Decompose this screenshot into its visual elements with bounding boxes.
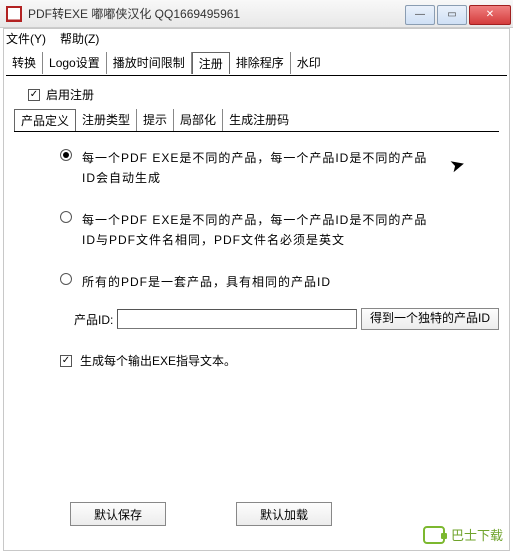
bottom-buttons: 默认保存 默认加载 — [70, 502, 332, 526]
titlebar: PDF转EXE 嘟嘟侠汉化 QQ1669495961 — ▭ ✕ — [0, 0, 513, 28]
close-button[interactable]: ✕ — [469, 5, 511, 25]
maximize-button[interactable]: ▭ — [437, 5, 467, 25]
watermark-text: 巴士下载 — [451, 525, 503, 544]
minimize-button[interactable]: — — [405, 5, 435, 25]
window-border — [3, 28, 510, 551]
watermark-icon — [423, 526, 445, 544]
app-icon — [6, 6, 22, 22]
default-save-button[interactable]: 默认保存 — [70, 502, 166, 526]
window-title: PDF转EXE 嘟嘟侠汉化 QQ1669495961 — [28, 5, 240, 22]
window-controls: — ▭ ✕ — [405, 3, 513, 25]
default-load-button[interactable]: 默认加载 — [236, 502, 332, 526]
site-watermark: 巴士下载 — [423, 525, 503, 544]
